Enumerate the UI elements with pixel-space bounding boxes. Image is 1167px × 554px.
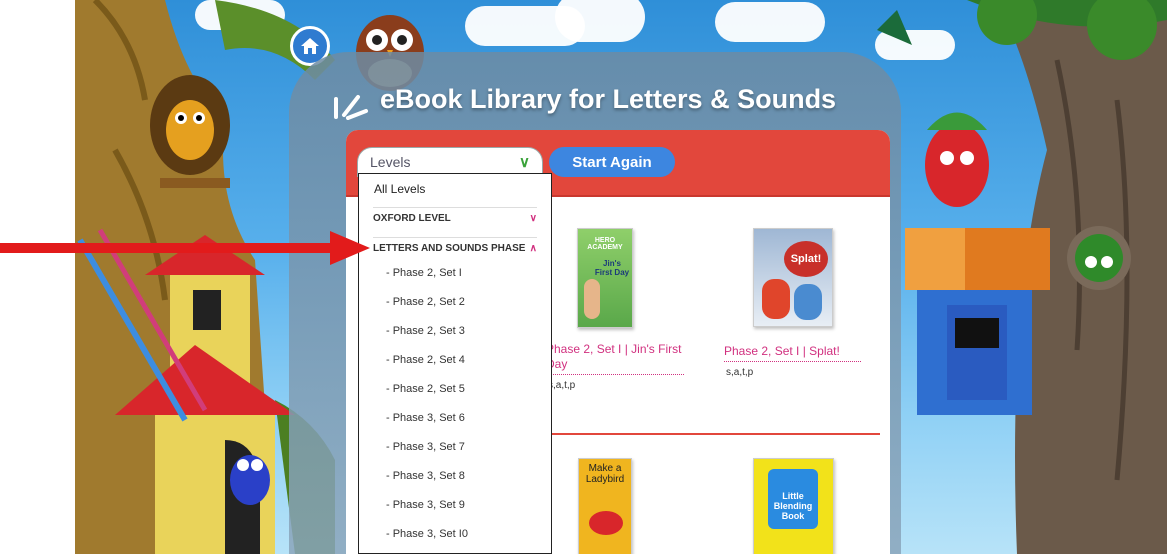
home-icon <box>301 38 319 54</box>
book-sounds: s,a,t,p <box>726 367 754 378</box>
book-title-line: Phase 2, Set I | Jin's First <box>546 342 682 356</box>
book-card[interactable]: Make a Ladybird <box>578 458 658 554</box>
option-phase[interactable]: - Phase 2, Set 4 <box>386 354 465 366</box>
book-card[interactable]: HERO ACADEMY Jin's First Day Phase 2, Se… <box>546 228 686 398</box>
chevron-down-icon: ∨ <box>529 213 537 224</box>
option-phase[interactable]: - Phase 3, Set 7 <box>386 441 465 453</box>
book-cover[interactable]: Little Blending Book <box>753 458 834 554</box>
annotation-arrow <box>0 231 370 265</box>
cover-figure <box>762 279 790 319</box>
cover-brand: HERO ACADEMY <box>587 237 623 251</box>
option-phase[interactable]: - Phase 3, Set I0 <box>386 528 468 540</box>
levels-dropdown-menu: All Levels OXFORD LEVEL ∨ LETTERS AND SO… <box>358 173 552 554</box>
chevron-down-icon: ∨ <box>519 154 530 171</box>
start-again-button[interactable]: Start Again <box>549 147 675 177</box>
book-card[interactable]: Little Blending Book <box>753 458 834 554</box>
right-tree-illustration <box>877 0 1167 554</box>
book-cover[interactable]: Splat! <box>753 228 833 327</box>
option-phase[interactable]: - Phase 2, Set 2 <box>386 296 465 308</box>
option-phase[interactable]: - Phase 2, Set 3 <box>386 325 465 337</box>
letters-sounds-label: LETTERS AND SOUNDS PHASE <box>373 243 526 254</box>
cloud <box>555 0 645 42</box>
cover-title: Make a Ladybird <box>585 463 625 485</box>
oxford-level-label: OXFORD LEVEL <box>373 213 451 224</box>
option-all-levels[interactable]: All Levels <box>374 182 425 196</box>
option-phase[interactable]: - Phase 3, Set 6 <box>386 412 465 424</box>
letters-sounds-section[interactable]: LETTERS AND SOUNDS PHASE ∧ <box>373 237 537 254</box>
cover-title: Little Blending Book <box>773 491 813 521</box>
option-phase[interactable]: - Phase 2, Set 5 <box>386 383 465 395</box>
option-phase[interactable]: - Phase 3, Set 9 <box>386 499 465 511</box>
oxford-level-section[interactable]: OXFORD LEVEL ∨ <box>373 207 537 224</box>
cover-title: Jin's First Day <box>594 259 630 277</box>
book-cover[interactable]: Make a Ladybird <box>578 458 632 554</box>
cover-figure <box>794 284 822 320</box>
book-sounds: s,a,t,p <box>548 380 576 391</box>
book-card[interactable]: Splat! Phase 2, Set I | Splat! s,a,t,p <box>724 228 874 378</box>
row-divider <box>546 433 880 435</box>
cloud <box>715 2 825 42</box>
cover-title: Splat! <box>784 241 828 277</box>
option-phase[interactable]: - Phase 3, Set 8 <box>386 470 465 482</box>
chevron-up-icon: ∧ <box>529 243 537 254</box>
cover-figure <box>589 511 623 535</box>
option-phase[interactable]: - Phase 2, Set I <box>386 267 462 279</box>
book-title[interactable]: Phase 2, Set I | Jin's First Day <box>546 342 684 375</box>
sparkle-icon <box>334 95 368 120</box>
book-title[interactable]: Phase 2, Set I | Splat! <box>724 344 861 362</box>
levels-select-label: Levels <box>370 154 411 170</box>
cover-figure <box>584 279 600 319</box>
page-title: eBook Library for Letters & Sounds <box>380 84 837 114</box>
book-cover[interactable]: HERO ACADEMY Jin's First Day <box>577 228 633 328</box>
